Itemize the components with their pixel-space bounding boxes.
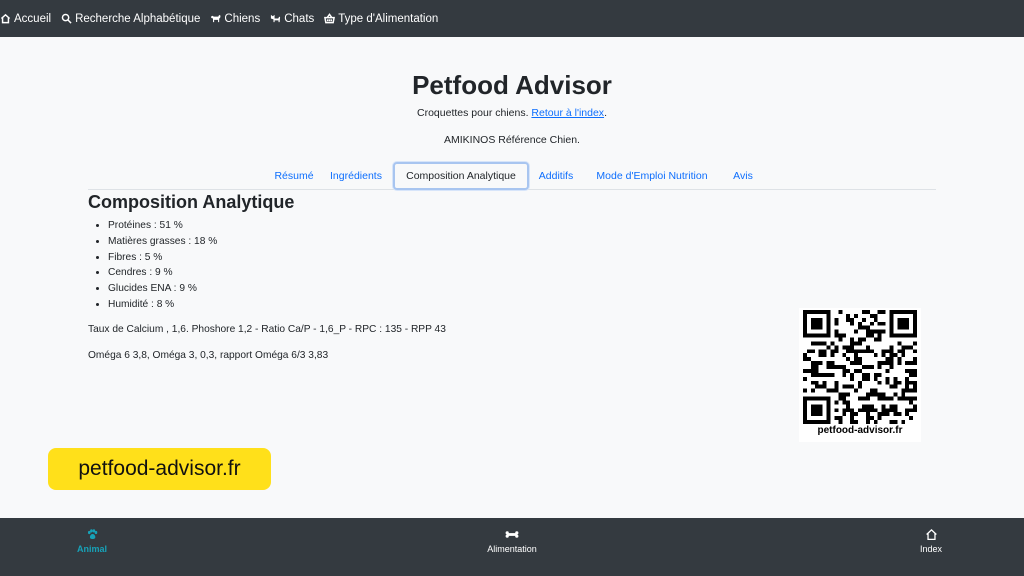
composition-list: Protéines : 51 % Matières grasses : 18 %… [88, 218, 217, 313]
omega-info: Oméga 6 3,8, Oméga 3, 0,3, rapport Oméga… [88, 350, 329, 361]
bone-icon [505, 531, 519, 538]
nav-chats[interactable]: Chats [270, 13, 314, 25]
bottom-navbar: Animal Alimentation Index [0, 518, 1024, 576]
subtitle-text: Croquettes pour chiens. [417, 107, 532, 119]
bottom-nav-alimentation[interactable]: Alimentation [467, 528, 557, 554]
search-icon [61, 13, 72, 24]
paw-icon [87, 529, 97, 540]
page-title: Petfood Advisor [412, 70, 612, 100]
nav-recherche-alphabetique[interactable]: Recherche Alphabétique [61, 13, 200, 25]
section-title: Composition Analytique [88, 192, 295, 212]
list-item: Matières grasses : 18 % [108, 234, 217, 250]
list-item: Glucides ENA : 9 % [108, 281, 217, 297]
product-reference: AMIKINOS Référence Chien. [444, 134, 580, 146]
tab-composition-analytique[interactable]: Composition Analytique [393, 162, 529, 190]
tab-bar: Résumé Ingrédients Composition Analytiqu… [88, 162, 936, 190]
top-navbar: Accueil Recherche Alphabétique Chiens Ch… [0, 0, 1024, 37]
home-icon [0, 13, 11, 24]
bottom-nav-animal-label: Animal [76, 544, 107, 554]
nav-accueil-label: Accueil [14, 12, 52, 25]
tab-ingredients[interactable]: Ingrédients [324, 162, 388, 190]
list-item: Protéines : 51 % [108, 218, 217, 234]
home-icon [925, 529, 937, 541]
bottom-nav-alimentation-label: Alimentation [487, 544, 537, 554]
list-item: Fibres : 5 % [108, 250, 217, 266]
site-watermark: petfood-advisor.fr [48, 448, 271, 490]
nav-type-alimentation-label: Type d'Alimentation [338, 12, 439, 25]
qr-code-image [803, 310, 917, 424]
nav-chiens-label: Chiens [224, 12, 261, 25]
nav-accueil[interactable]: Accueil [0, 13, 51, 25]
calcium-info: Taux de Calcium , 1,6. Phoshore 1,2 - Ra… [88, 324, 446, 335]
nav-chats-label: Chats [284, 12, 315, 25]
qr-code: petfood-advisor.fr [799, 308, 921, 442]
qr-code-label: petfood-advisor.fr [817, 425, 903, 436]
cat-icon [271, 14, 281, 23]
nav-recherche-label: Recherche Alphabétique [75, 12, 201, 25]
dog-icon [211, 14, 221, 23]
list-item: Humidité : 8 % [108, 297, 217, 313]
nav-type-alimentation[interactable]: Type d'Alimentation [324, 13, 438, 25]
tab-mode-emploi-nutrition[interactable]: Mode d'Emploi Nutrition [588, 162, 716, 190]
bottom-nav-animal[interactable]: Animal [47, 528, 137, 554]
list-item: Cendres : 9 % [108, 265, 217, 281]
tab-avis[interactable]: Avis [725, 162, 761, 190]
bottom-nav-index-label: Index [919, 544, 943, 554]
subtitle-suffix: . [604, 107, 607, 119]
back-to-index-link[interactable]: Retour à l'index [531, 107, 604, 119]
page-subtitle: Croquettes pour chiens. Retour à l'index… [0, 107, 1024, 119]
bottom-nav-index[interactable]: Index [886, 528, 976, 554]
tab-resume[interactable]: Résumé [264, 162, 324, 190]
nav-chiens[interactable]: Chiens [210, 13, 260, 25]
tab-additifs[interactable]: Additifs [532, 162, 580, 190]
basket-icon [324, 13, 336, 24]
